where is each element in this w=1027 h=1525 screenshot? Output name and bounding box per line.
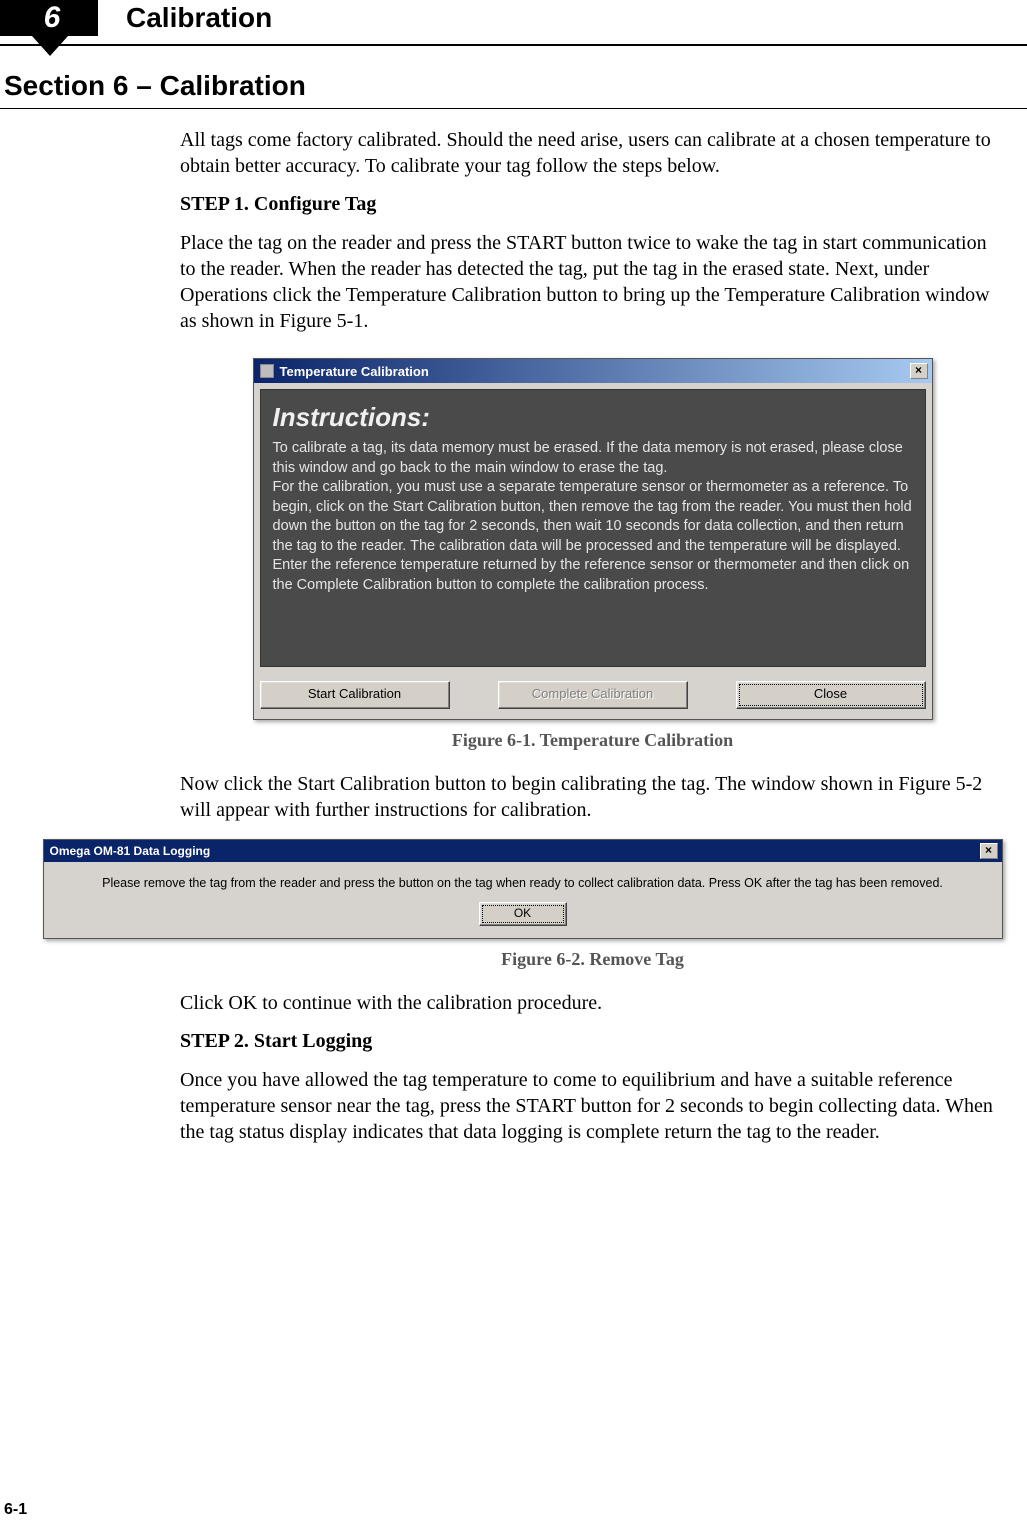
close-icon[interactable]: × — [910, 363, 928, 379]
ok-button[interactable]: OK — [479, 902, 567, 926]
dialog-titlebar: Temperature Calibration × — [254, 359, 932, 383]
msgbox-button-row: OK — [44, 896, 1002, 938]
after-fig1-paragraph: Now click the Start Calibration button t… — [180, 771, 1005, 823]
app-icon — [260, 364, 274, 378]
start-calibration-button[interactable]: Start Calibration — [260, 681, 450, 709]
complete-calibration-button: Complete Calibration — [498, 681, 688, 709]
msgbox-title: Omega OM-81 Data Logging — [50, 844, 980, 858]
content-area-2: Figure 6-2. Remove Tag Click OK to conti… — [0, 949, 1027, 1145]
chapter-number: 6 — [44, 1, 61, 35]
dialog-button-row: Start Calibration Complete Calibration C… — [254, 673, 932, 719]
section-title: Section 6 – Calibration — [0, 70, 1027, 102]
step2-body: Once you have allowed the tag temperatur… — [180, 1067, 1005, 1145]
dialog-title: Temperature Calibration — [280, 364, 910, 379]
page-number: 6-1 — [4, 1501, 27, 1519]
page-header: 6 Calibration — [0, 0, 1027, 46]
step1-body: Place the tag on the reader and press th… — [180, 230, 1005, 334]
temperature-calibration-dialog: Temperature Calibration × Instructions: … — [253, 358, 933, 720]
section-rule — [0, 108, 1027, 109]
instructions-heading: Instructions: — [273, 402, 913, 433]
step2-heading: STEP 2. Start Logging — [180, 1030, 1005, 1053]
close-icon[interactable]: × — [980, 843, 998, 859]
chapter-title: Calibration — [126, 0, 272, 36]
instructions-body: To calibrate a tag, its data memory must… — [273, 439, 913, 596]
remove-tag-dialog: Omega OM-81 Data Logging × Please remove… — [43, 839, 1003, 939]
after-fig2-paragraph: Click OK to continue with the calibratio… — [180, 990, 1005, 1016]
instructions-panel: Instructions: To calibrate a tag, its da… — [260, 389, 926, 667]
figure-6-2-wrap: Omega OM-81 Data Logging × Please remove… — [0, 839, 1027, 939]
msgbox-titlebar: Omega OM-81 Data Logging × — [44, 840, 1002, 862]
figure-6-2-caption: Figure 6-2. Remove Tag — [180, 949, 1005, 970]
msgbox-message: Please remove the tag from the reader an… — [44, 862, 1002, 896]
chapter-number-badge: 6 — [0, 0, 98, 36]
figure-6-1-caption: Figure 6-1. Temperature Calibration — [180, 730, 1005, 751]
intro-paragraph: All tags come factory calibrated. Should… — [180, 127, 1005, 179]
dialog-client-area: Instructions: To calibrate a tag, its da… — [254, 383, 932, 673]
content-area: All tags come factory calibrated. Should… — [0, 127, 1027, 823]
close-button[interactable]: Close — [736, 681, 926, 709]
step1-heading: STEP 1. Configure Tag — [180, 193, 1005, 216]
figure-6-1: Temperature Calibration × Instructions: … — [180, 358, 1005, 720]
